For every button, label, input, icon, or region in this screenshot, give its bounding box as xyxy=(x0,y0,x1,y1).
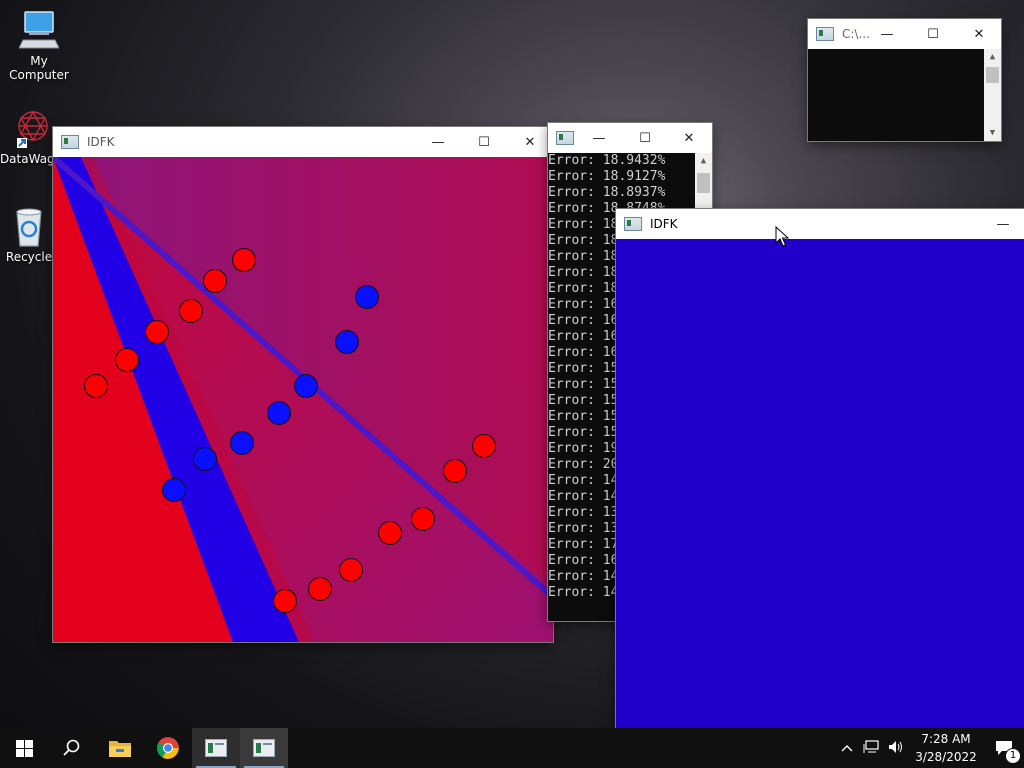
network-icon[interactable] xyxy=(858,739,884,757)
minimize-button[interactable]: — xyxy=(864,19,910,49)
maximize-button[interactable]: ☐ xyxy=(622,123,668,153)
chrome-icon xyxy=(157,737,179,759)
idfk-main-titlebar[interactable]: IDFK — ☐ ✕ xyxy=(53,127,553,157)
windows-icon xyxy=(15,739,33,757)
mouse-cursor-icon xyxy=(775,226,789,247)
console-output-area[interactable]: ▲ ▼ xyxy=(808,49,1001,141)
notification-center-button[interactable]: 1 xyxy=(984,728,1024,768)
minimize-button[interactable]: — xyxy=(980,209,1024,239)
app-window-icon xyxy=(253,739,275,757)
blue-data-point xyxy=(230,431,254,455)
idfk-main-window[interactable]: IDFK — ☐ ✕ xyxy=(53,127,553,642)
red-data-point xyxy=(443,459,467,483)
recycle-bin-icon xyxy=(9,206,49,247)
red-data-point xyxy=(411,507,435,531)
blue-data-point xyxy=(193,447,217,471)
idfk-second-window[interactable]: IDFK — xyxy=(616,209,1024,728)
file-explorer-button[interactable] xyxy=(96,728,144,768)
notification-count-badge: 1 xyxy=(1005,748,1021,764)
red-data-point xyxy=(273,589,297,613)
app-window-icon xyxy=(624,217,642,231)
console-window-middle-titlebar[interactable]: — ☐ ✕ xyxy=(548,123,712,153)
red-data-point xyxy=(339,558,363,582)
close-button[interactable]: ✕ xyxy=(666,123,712,153)
console-app-icon xyxy=(816,27,834,41)
red-data-point xyxy=(115,348,139,372)
blue-data-point xyxy=(267,401,291,425)
app-window-button-2[interactable] xyxy=(240,728,288,768)
red-data-point xyxy=(203,269,227,293)
window-title: IDFK xyxy=(650,217,678,231)
window-title: IDFK xyxy=(87,135,115,149)
scrollbar-thumb[interactable] xyxy=(986,67,999,83)
blue-data-point xyxy=(162,478,186,502)
minimize-button[interactable]: — xyxy=(415,127,461,157)
maximize-button[interactable]: ☐ xyxy=(461,127,507,157)
maximize-button[interactable]: ☐ xyxy=(910,19,956,49)
console-line: Error: 18.8937% xyxy=(548,185,666,200)
blue-data-point xyxy=(294,374,318,398)
red-data-point xyxy=(145,320,169,344)
computer-icon xyxy=(18,10,60,50)
vertical-scrollbar[interactable]: ▲ ▼ xyxy=(984,49,1001,141)
blue-data-point xyxy=(335,330,359,354)
scrollbar-thumb[interactable] xyxy=(697,173,710,193)
taskbar: 7:28 AM 3/28/2022 1 xyxy=(0,728,1024,768)
folder-icon xyxy=(109,741,131,757)
clock-date: 3/28/2022 xyxy=(915,750,977,764)
decision-boundary-plot[interactable] xyxy=(53,157,553,642)
idfk-second-canvas[interactable] xyxy=(616,239,1024,728)
console-line: Error: 18.9127% xyxy=(548,169,666,184)
red-data-point xyxy=(232,248,256,272)
red-data-point xyxy=(179,299,203,323)
desktop-icon-my-computer[interactable]: My Computer xyxy=(0,10,78,82)
red-data-point xyxy=(308,577,332,601)
volume-icon[interactable] xyxy=(884,740,908,757)
close-button[interactable]: ✕ xyxy=(956,19,1002,49)
search-icon xyxy=(63,739,80,756)
decision-regions xyxy=(53,157,553,642)
chevron-up-icon[interactable] xyxy=(836,741,858,755)
scroll-up-arrow-icon[interactable]: ▲ xyxy=(984,49,1001,65)
start-button[interactable] xyxy=(0,728,48,768)
red-data-point xyxy=(84,374,108,398)
minimize-button[interactable]: — xyxy=(576,123,622,153)
close-button[interactable]: ✕ xyxy=(507,127,553,157)
scroll-down-arrow-icon[interactable]: ▼ xyxy=(984,125,1001,141)
red-data-point xyxy=(472,434,496,458)
system-tray: 7:28 AM 3/28/2022 1 xyxy=(836,728,1024,768)
red-data-point xyxy=(378,521,402,545)
desktop-icon-label: My Computer xyxy=(9,54,69,82)
search-button[interactable] xyxy=(48,728,96,768)
console-app-icon xyxy=(556,131,574,145)
blue-data-point xyxy=(355,285,379,309)
clock-time: 7:28 AM xyxy=(921,732,971,746)
app-window-icon xyxy=(61,135,79,149)
app-window-icon xyxy=(205,739,227,757)
idfk-second-titlebar[interactable]: IDFK — xyxy=(616,209,1024,239)
chrome-button[interactable] xyxy=(144,728,192,768)
scroll-up-arrow-icon[interactable]: ▲ xyxy=(695,153,712,169)
console-window-top[interactable]: C:\... — ☐ ✕ ▲ ▼ xyxy=(808,19,1001,141)
datawagon-icon xyxy=(11,108,51,148)
console-window-top-titlebar[interactable]: C:\... — ☐ ✕ xyxy=(808,19,1001,49)
console-line: Error: 18.9432% xyxy=(548,153,666,168)
clock[interactable]: 7:28 AM 3/28/2022 xyxy=(908,730,984,766)
app-window-button-1[interactable] xyxy=(192,728,240,768)
